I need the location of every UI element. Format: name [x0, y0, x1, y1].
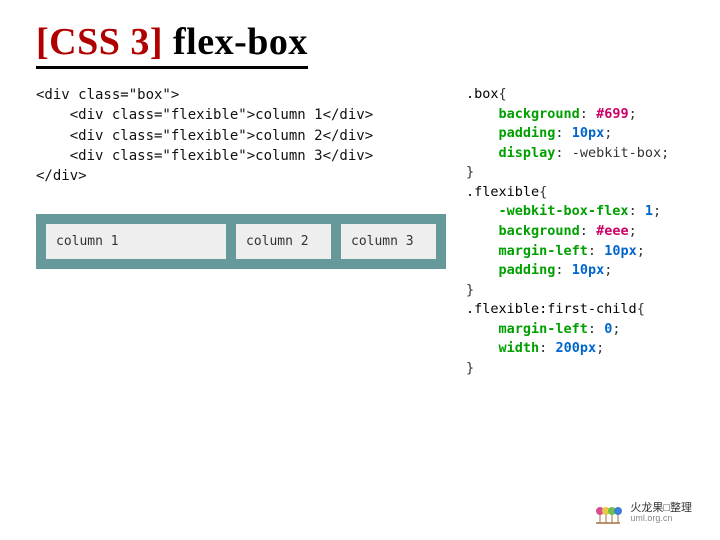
demo-column-3: column 3	[341, 224, 436, 259]
content-row: <div class="box"> <div class="flexible">…	[36, 85, 684, 378]
footer-logo: 火龙果□整理 uml.org.cn	[592, 500, 692, 526]
footer-text: 火龙果□整理 uml.org.cn	[630, 502, 692, 524]
slide-title: [CSS 3] flex-box	[36, 20, 308, 69]
css-code-block: .box{ background: #699; padding: 10px; d…	[466, 85, 684, 378]
title-prefix: [CSS 3]	[36, 21, 163, 63]
slide: [CSS 3] flex-box <div class="box"> <div …	[0, 0, 720, 540]
flexbox-demo: column 1 column 2 column 3	[36, 214, 446, 269]
footer-line2: uml.org.cn	[630, 514, 692, 524]
pitaya-icon	[592, 500, 624, 526]
html-code-block: <div class="box"> <div class="flexible">…	[36, 85, 446, 186]
title-topic: flex-box	[163, 21, 308, 63]
left-column: <div class="box"> <div class="flexible">…	[36, 85, 446, 378]
demo-column-1: column 1	[46, 224, 226, 259]
right-column: .box{ background: #699; padding: 10px; d…	[466, 85, 684, 378]
demo-column-2: column 2	[236, 224, 331, 259]
